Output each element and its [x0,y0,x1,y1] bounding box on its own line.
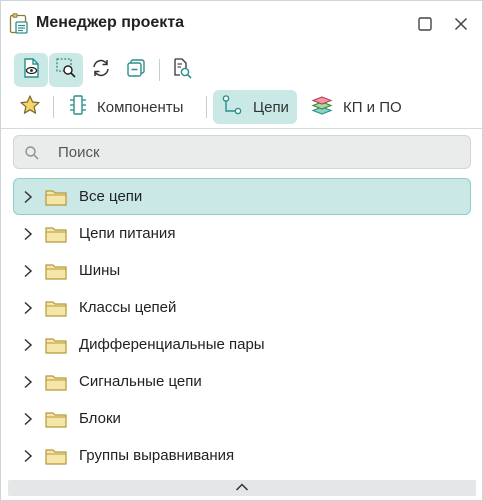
folder-icon [45,373,67,396]
toolbar-separator [159,59,160,81]
tree-item-label: Блоки [79,410,121,427]
tab-pcb-layers[interactable]: КП и ПО [303,90,410,124]
expand-panel-bar[interactable] [8,480,476,496]
tree-item-label: Классы цепей [79,299,177,316]
tree-item-all-nets[interactable]: Все цепи [13,178,471,215]
tab-bar: Компоненты Цепи КП и ПО [1,90,482,126]
tree-item-net-classes[interactable]: Классы цепей [13,289,471,326]
document-eye-icon [20,57,42,84]
chevron-right-icon[interactable] [22,301,34,320]
component-icon [69,94,97,120]
toolbar [1,51,482,89]
maximize-icon[interactable] [415,14,435,34]
refresh-button[interactable] [84,53,118,87]
project-manager-panel: Менеджер проекта Компоненты Цепи КП и ПО… [0,0,483,501]
tab-favorites[interactable] [13,90,47,124]
tree-item-blocks[interactable]: Блоки [13,400,471,437]
tree-item-label: Цепи питания [79,225,176,242]
folder-icon [45,336,67,359]
layers-icon [311,94,343,120]
folder-icon [45,225,67,248]
net-icon [221,94,253,120]
tab-separator [206,96,207,118]
find-in-document-button[interactable] [165,53,199,87]
tab-nets[interactable]: Цепи [213,90,297,124]
selection-search-icon [55,57,77,84]
tree-item-length-groups[interactable]: Группы выравнивания [13,437,471,474]
folder-icon [45,262,67,285]
chevron-right-icon[interactable] [22,190,34,209]
search-box[interactable] [13,135,471,169]
folder-icon [45,410,67,433]
folder-icon [45,447,67,470]
search-icon [24,145,40,166]
tree-item-signal-nets[interactable]: Сигнальные цепи [13,363,471,400]
tree-item-label: Все цепи [79,188,143,205]
chevron-right-icon[interactable] [22,227,34,246]
tree-item-label: Шины [79,262,121,279]
tab-separator [53,96,54,118]
document-search-icon [171,57,193,84]
net-tree: Все цепи Цепи питания Шины Классы цепей … [13,178,471,474]
project-icon [9,13,29,35]
folder-icon [45,188,67,211]
collapse-icon [125,57,147,84]
selection-find-button[interactable] [49,53,83,87]
collapse-button[interactable] [119,53,153,87]
chevron-right-icon[interactable] [22,449,34,468]
window-title: Менеджер проекта [36,14,185,31]
tab-components-label: Компоненты [97,98,184,116]
refresh-icon [90,57,112,84]
chevron-up-icon [235,479,249,497]
chevron-right-icon[interactable] [22,412,34,431]
tab-nets-label: Цепи [253,98,289,116]
title-bar: Менеджер проекта [1,1,482,47]
chevron-right-icon[interactable] [22,264,34,283]
tree-item-label: Сигнальные цепи [79,373,202,390]
star-icon [19,94,51,120]
tree-item-power-nets[interactable]: Цепи питания [13,215,471,252]
header-divider [1,128,482,129]
search-input[interactable] [58,142,458,162]
tab-components[interactable]: Компоненты [61,90,191,124]
close-icon[interactable] [451,14,471,34]
folder-icon [45,299,67,322]
tree-item-label: Группы выравнивания [79,447,235,464]
chevron-right-icon[interactable] [22,338,34,357]
tree-item-differential-pairs[interactable]: Дифференциальные пары [13,326,471,363]
chevron-right-icon[interactable] [22,375,34,394]
tree-item-label: Дифференциальные пары [79,336,265,353]
tree-item-buses[interactable]: Шины [13,252,471,289]
document-view-button[interactable] [14,53,48,87]
tab-pcb-layers-label: КП и ПО [343,98,402,116]
